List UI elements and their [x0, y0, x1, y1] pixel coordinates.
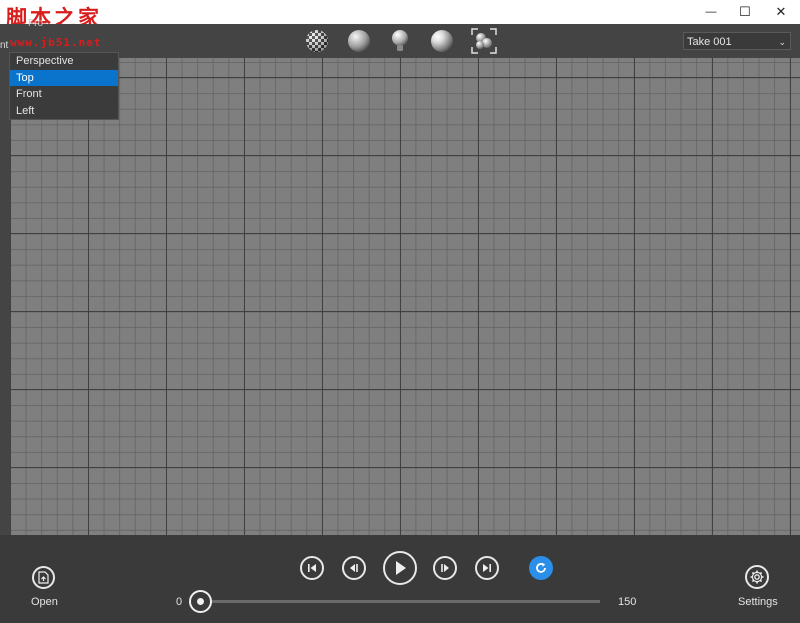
close-button[interactable]: ✕ — [764, 0, 798, 24]
settings-label: Settings — [738, 596, 778, 608]
watermark-url: www.jb51.net — [10, 36, 102, 49]
timeline-thumb[interactable] — [189, 590, 212, 613]
gear-icon — [750, 570, 764, 584]
skip-to-end-button[interactable] — [475, 556, 499, 580]
maximize-icon: ☐ — [739, 4, 751, 19]
checker-material-icon[interactable] — [303, 27, 331, 55]
skip-to-start-button[interactable] — [300, 556, 324, 580]
play-button[interactable] — [383, 551, 417, 585]
sphere-glossy-icon[interactable] — [428, 27, 456, 55]
minimize-button[interactable]: — — [694, 0, 728, 24]
title-bar: 脚本之家 — ☐ ✕ — [0, 0, 800, 30]
viewport-grid — [10, 58, 800, 535]
open-label: Open — [31, 596, 58, 608]
timeline-track[interactable] — [200, 600, 600, 603]
loop-icon — [536, 562, 546, 573]
file-open-icon — [38, 571, 49, 584]
camera-option-front[interactable]: Front — [10, 86, 118, 103]
maximize-button[interactable]: ☐ — [728, 0, 762, 24]
camera-option-perspective[interactable]: Perspective — [10, 53, 118, 70]
take-value: Take 001 — [687, 36, 732, 48]
camera-select[interactable]: Fro — [28, 18, 76, 30]
step-forward-icon — [441, 564, 449, 572]
skip-end-icon — [483, 564, 491, 572]
sphere-shaded-icon[interactable] — [345, 27, 373, 55]
close-icon: ✕ — [775, 4, 787, 19]
step-back-button[interactable] — [342, 556, 366, 580]
chevron-down-icon: ⌄ — [778, 37, 786, 47]
viewer-toolbar — [0, 24, 800, 58]
play-icon — [396, 561, 406, 575]
light-bulb-icon[interactable] — [386, 27, 414, 55]
loop-toggle-button[interactable] — [529, 556, 553, 580]
viewport[interactable] — [0, 58, 800, 535]
minimize-icon: — — [705, 6, 717, 18]
camera-option-top[interactable]: Top — [10, 69, 118, 86]
timeline-max-label: 150 — [618, 596, 637, 608]
step-forward-button[interactable] — [433, 556, 457, 580]
camera-dropdown: Perspective Top Front Left — [9, 52, 119, 120]
settings-button[interactable] — [745, 565, 769, 589]
skip-start-icon — [308, 564, 316, 572]
take-select[interactable]: Take 001 ⌄ — [683, 32, 791, 50]
fit-view-icon[interactable] — [470, 27, 498, 55]
open-button[interactable] — [32, 566, 55, 589]
step-back-icon — [350, 564, 358, 572]
camera-option-left[interactable]: Left — [10, 103, 118, 120]
timeline-min-label: 0 — [176, 596, 183, 608]
